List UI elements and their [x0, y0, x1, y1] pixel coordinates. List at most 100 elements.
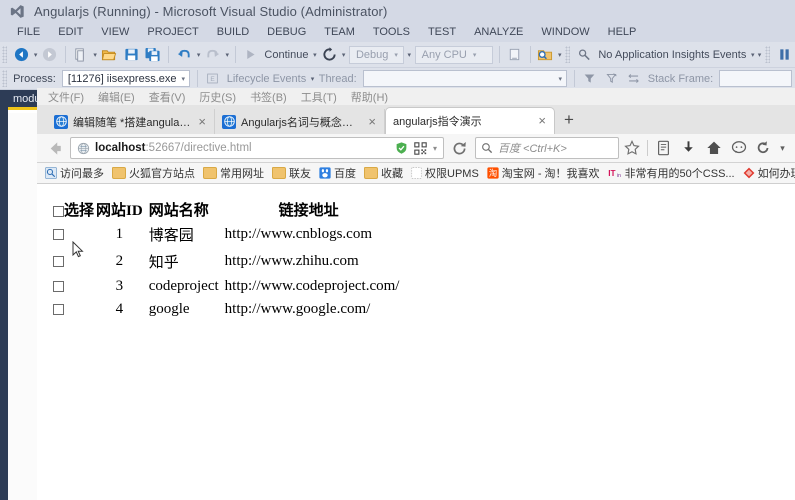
vs-menu-analyze[interactable]: ANALYZE [465, 22, 532, 42]
ff-menu-file[interactable]: 文件(F) [41, 89, 91, 105]
vs-menu-team[interactable]: TEAM [315, 22, 364, 42]
vs-menu-view[interactable]: VIEW [92, 22, 138, 42]
vs-menu-build[interactable]: BUILD [208, 22, 258, 42]
chat-icon[interactable] [726, 136, 751, 161]
bookmark-firefox-official[interactable]: 火狐官方站点 [108, 165, 199, 181]
toolbar-grip[interactable] [764, 46, 771, 63]
download-icon[interactable] [676, 136, 701, 161]
toolbar-grip[interactable] [2, 46, 8, 63]
close-icon[interactable]: × [198, 115, 206, 128]
vs-menu-file[interactable]: FILE [8, 22, 49, 42]
continue-play-icon[interactable] [239, 44, 261, 66]
baidu-icon [319, 167, 331, 179]
continue-caret-icon[interactable]: ▾ [311, 44, 318, 66]
row-checkbox[interactable] [53, 304, 64, 316]
chevron-down-icon[interactable]: ▾ [776, 136, 789, 161]
redo-caret-icon[interactable]: ▾ [224, 44, 231, 66]
application-insights-icon[interactable] [573, 44, 595, 66]
attach-to-process-icon[interactable] [504, 44, 526, 66]
lifecycle-events-icon[interactable]: E [202, 68, 224, 90]
bookmark-withdraw-guide[interactable]: 如何办理提现 [739, 165, 795, 181]
shield-icon[interactable] [392, 141, 411, 155]
home-icon[interactable] [701, 136, 726, 161]
vs-menu-project[interactable]: PROJECT [138, 22, 207, 42]
find-in-files-icon[interactable] [534, 44, 556, 66]
lifecycle-events-label[interactable]: Lifecycle Events [224, 73, 309, 85]
row-checkbox[interactable] [53, 229, 64, 241]
new-item-caret-icon[interactable]: ▾ [92, 44, 99, 66]
ff-menu-edit[interactable]: 编辑(E) [91, 89, 142, 105]
vs-menu-test[interactable]: TEST [419, 22, 465, 42]
undo-icon[interactable] [173, 44, 195, 66]
save-all-icon[interactable] [142, 44, 164, 66]
toolbar-overflow-icon[interactable]: ▾ [556, 44, 563, 66]
row-checkbox[interactable] [53, 256, 64, 268]
browser-tab-3-active[interactable]: angularjs指令演示 × [385, 107, 555, 134]
row-checkbox[interactable] [53, 281, 64, 293]
vs-menu-bar[interactable]: FILE EDIT VIEW PROJECT BUILD DEBUG TEAM … [0, 22, 795, 42]
row-url: http://www.cnblogs.com [224, 226, 373, 242]
bookmarks-toolbar: 访问最多 火狐官方站点 常用网址 联友 百度 收藏 权限UPMS 淘 淘宝网 -… [37, 163, 795, 184]
bookmark-star-icon[interactable] [619, 136, 644, 161]
qr-code-icon[interactable] [411, 141, 430, 155]
new-tab-button[interactable]: + [555, 109, 583, 131]
browser-tab-2[interactable]: Angularjs名词与概念（二... × [215, 109, 385, 134]
ff-menu-history[interactable]: 历史(S) [192, 89, 243, 105]
bookmark-common-sites[interactable]: 常用网址 [199, 165, 268, 181]
chevron-down-icon[interactable]: ▾ [430, 144, 440, 153]
navigate-back-icon[interactable] [10, 44, 32, 66]
thread-select[interactable]: ▾ [362, 70, 568, 87]
ff-menu-tools[interactable]: 工具(T) [294, 89, 344, 105]
globe-icon [77, 142, 90, 155]
clear-filter-icon[interactable] [601, 68, 623, 90]
search-bar[interactable]: 百度 <Ctrl+K> [475, 137, 619, 159]
pause-icon[interactable] [773, 44, 795, 66]
close-icon[interactable]: × [368, 115, 376, 128]
browser-tab-1[interactable]: 编辑随笔 *搭建angularjs ... × [47, 109, 215, 134]
firefox-tab-strip: 编辑随笔 *搭建angularjs ... × Angularjs名词与概念（二… [37, 105, 795, 134]
bookmark-taobao[interactable]: 淘 淘宝网 - 淘！我喜欢 [483, 165, 604, 181]
bookmark-favorites[interactable]: 收藏 [360, 165, 407, 181]
ff-menu-help[interactable]: 帮助(H) [344, 89, 395, 105]
vs-menu-tools[interactable]: TOOLS [364, 22, 419, 42]
save-icon[interactable] [120, 44, 142, 66]
vs-menu-window[interactable]: WINDOW [532, 22, 598, 42]
filter-icon[interactable] [579, 68, 601, 90]
process-select[interactable]: [11276] iisexpress.exe ▾ [61, 70, 191, 87]
vs-menu-help[interactable]: HELP [599, 22, 646, 42]
vs-menu-debug[interactable]: DEBUG [258, 22, 315, 42]
reader-view-icon[interactable] [651, 136, 676, 161]
vs-menu-edit[interactable]: EDIT [49, 22, 92, 42]
open-file-icon[interactable] [98, 44, 120, 66]
ff-menu-bookmarks[interactable]: 书签(B) [243, 89, 294, 105]
bookmark-baidu[interactable]: 百度 [315, 165, 360, 181]
close-icon[interactable]: × [538, 114, 546, 127]
bookmark-most-visited[interactable]: 访问最多 [41, 165, 108, 181]
build-configuration-select[interactable]: Debug ▾ [348, 45, 404, 64]
insights-overflow-icon[interactable]: ▾ [756, 44, 763, 66]
navigate-back-caret-icon[interactable]: ▾ [32, 44, 39, 66]
new-item-icon[interactable] [70, 44, 92, 66]
select-all-checkbox[interactable] [53, 206, 64, 218]
insights-caret-icon[interactable]: ▾ [749, 44, 756, 66]
bookmark-css-tips[interactable]: IT in 非常有用的50个CSS... [604, 165, 739, 181]
continue-button-label[interactable]: Continue [261, 49, 311, 61]
bookmark-lianyou[interactable]: 联友 [268, 165, 315, 181]
bookmark-upms[interactable]: 权限UPMS [407, 165, 483, 181]
swap-threads-icon[interactable] [623, 68, 645, 90]
stack-frame-select[interactable] [719, 70, 792, 87]
application-insights-label[interactable]: No Application Insights Events [595, 49, 749, 61]
url-bar[interactable]: localhost:52667/directive.html ▾ [70, 137, 444, 159]
ff-menu-view[interactable]: 查看(V) [142, 89, 193, 105]
back-arrow-icon[interactable] [43, 136, 68, 161]
sync-icon[interactable] [751, 136, 776, 161]
toolbar-grip[interactable] [2, 70, 8, 87]
platform-select[interactable]: Any CPU ▾ [414, 45, 493, 64]
restart-caret-icon[interactable]: ▾ [340, 44, 347, 66]
restart-icon[interactable] [318, 44, 340, 66]
undo-caret-icon[interactable]: ▾ [195, 44, 202, 66]
reload-icon[interactable] [448, 137, 470, 159]
configuration-caret-icon[interactable]: ▾ [406, 44, 413, 66]
toolbar-grip[interactable] [565, 46, 571, 63]
firefox-menu-bar[interactable]: 文件(F) 编辑(E) 查看(V) 历史(S) 书签(B) 工具(T) 帮助(H… [37, 88, 795, 105]
